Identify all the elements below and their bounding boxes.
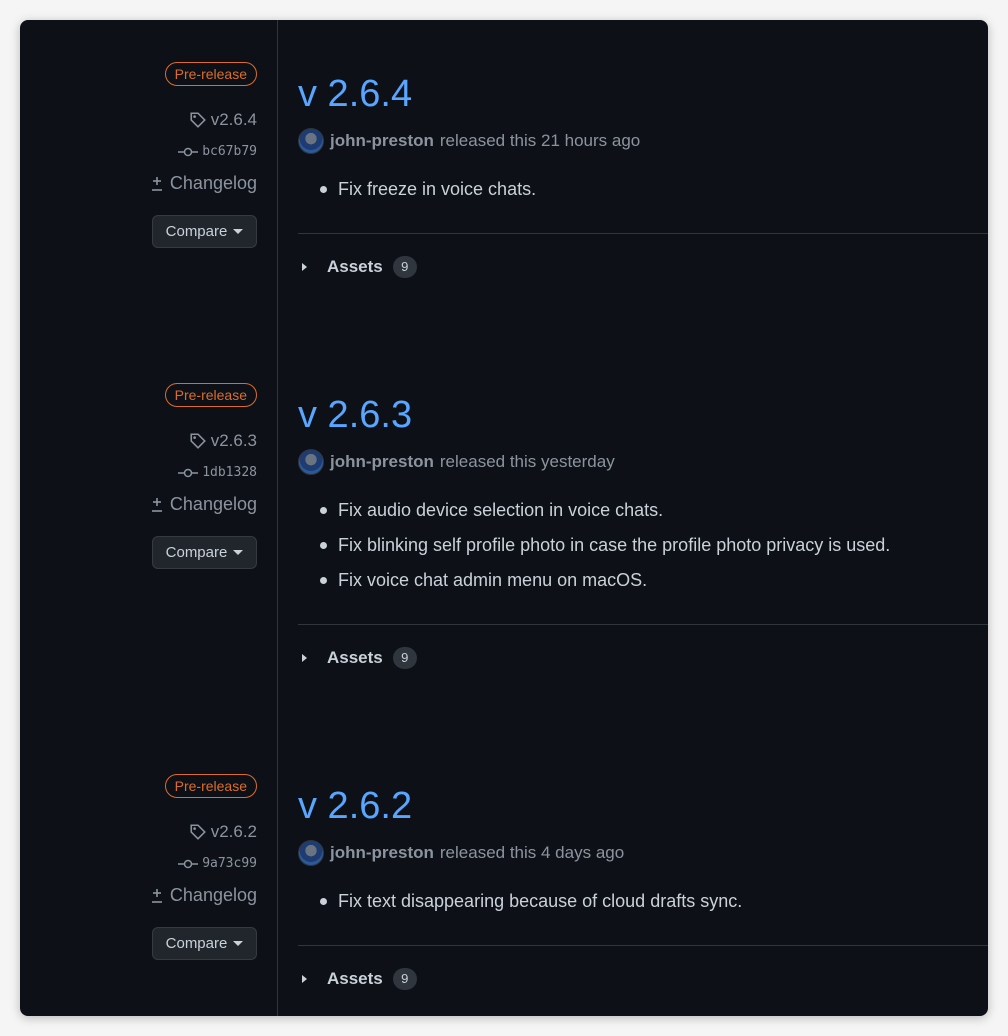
author-link[interactable]: john-preston [330, 131, 434, 151]
tag-icon [189, 432, 207, 450]
assets-label: Assets [327, 648, 383, 667]
diff-icon [150, 887, 164, 905]
prerelease-badge: Pre-release [164, 62, 257, 86]
compare-label: Compare [165, 223, 228, 240]
avatar[interactable] [298, 840, 324, 866]
compare-label: Compare [165, 935, 228, 952]
release-time: released this 21 hours ago [439, 131, 641, 150]
releases-window: Pre-release v2.6.4 bc67b79 Changelog Com… [20, 20, 988, 1016]
list-item: Fix audio device selection in voice chat… [318, 498, 890, 533]
tag-link[interactable]: v2.6.4 [189, 110, 257, 130]
separator [298, 945, 988, 946]
compare-label: Compare [165, 544, 228, 561]
release-byline: john-preston released this 4 days ago [298, 840, 624, 866]
commit-link[interactable]: 1db1328 [178, 465, 257, 480]
changelog-link[interactable]: Changelog [150, 173, 257, 194]
tag-icon [189, 823, 207, 841]
triangle-right-icon [302, 263, 307, 271]
separator [298, 233, 988, 234]
commit-icon [178, 146, 199, 158]
prerelease-badge: Pre-release [164, 774, 257, 798]
release-notes: Fix text disappearing because of cloud d… [318, 889, 742, 924]
release-title[interactable]: v 2.6.4 [298, 72, 412, 116]
list-item: Fix freeze in voice chats. [318, 177, 536, 212]
release-time: released this yesterday [439, 452, 615, 471]
list-item: Fix blinking self profile photo in case … [318, 533, 890, 568]
commit-link[interactable]: bc67b79 [178, 144, 257, 159]
commit-icon [178, 858, 199, 870]
assets-count: 9 [392, 647, 417, 669]
commit-hash: bc67b79 [202, 144, 257, 159]
changelog-link[interactable]: Changelog [150, 494, 257, 515]
compare-button[interactable]: Compare [152, 215, 257, 248]
changelog-label: Changelog [169, 173, 257, 193]
separator [298, 624, 988, 625]
tag-icon [189, 111, 207, 129]
author-link[interactable]: john-preston [330, 452, 434, 472]
tag-label: v2.6.4 [210, 110, 257, 129]
release-byline: john-preston released this 21 hours ago [298, 128, 640, 154]
avatar[interactable] [298, 128, 324, 154]
commit-link[interactable]: 9a73c99 [178, 856, 257, 871]
assets-toggle[interactable]: Assets 9 [302, 256, 417, 278]
caret-down-icon [233, 941, 244, 946]
compare-button[interactable]: Compare [152, 927, 257, 960]
prerelease-badge: Pre-release [164, 383, 257, 407]
release-notes: Fix audio device selection in voice chat… [318, 498, 890, 603]
assets-count: 9 [392, 256, 417, 278]
tag-label: v2.6.3 [210, 431, 257, 450]
list-item: Fix voice chat admin menu on macOS. [318, 568, 890, 603]
changelog-link[interactable]: Changelog [150, 885, 257, 906]
tag-link[interactable]: v2.6.3 [189, 431, 257, 451]
author-link[interactable]: john-preston [330, 843, 434, 863]
caret-down-icon [233, 550, 244, 555]
avatar[interactable] [298, 449, 324, 475]
assets-label: Assets [327, 969, 383, 988]
commit-hash: 9a73c99 [202, 856, 257, 871]
commit-hash: 1db1328 [202, 465, 257, 480]
release-title[interactable]: v 2.6.3 [298, 393, 412, 437]
tag-label: v2.6.2 [210, 822, 257, 841]
timeline-divider [277, 20, 278, 1016]
changelog-label: Changelog [169, 885, 257, 905]
changelog-label: Changelog [169, 494, 257, 514]
diff-icon [150, 175, 164, 193]
assets-toggle[interactable]: Assets 9 [302, 968, 417, 990]
assets-toggle[interactable]: Assets 9 [302, 647, 417, 669]
release-title[interactable]: v 2.6.2 [298, 784, 412, 828]
triangle-right-icon [302, 975, 307, 983]
compare-button[interactable]: Compare [152, 536, 257, 569]
caret-down-icon [233, 229, 244, 234]
tag-link[interactable]: v2.6.2 [189, 822, 257, 842]
assets-label: Assets [327, 257, 383, 276]
release-notes: Fix freeze in voice chats. [318, 177, 536, 212]
triangle-right-icon [302, 654, 307, 662]
diff-icon [150, 496, 164, 514]
assets-count: 9 [392, 968, 417, 990]
commit-icon [178, 467, 199, 479]
list-item: Fix text disappearing because of cloud d… [318, 889, 742, 924]
release-byline: john-preston released this yesterday [298, 449, 615, 475]
release-time: released this 4 days ago [439, 843, 625, 862]
